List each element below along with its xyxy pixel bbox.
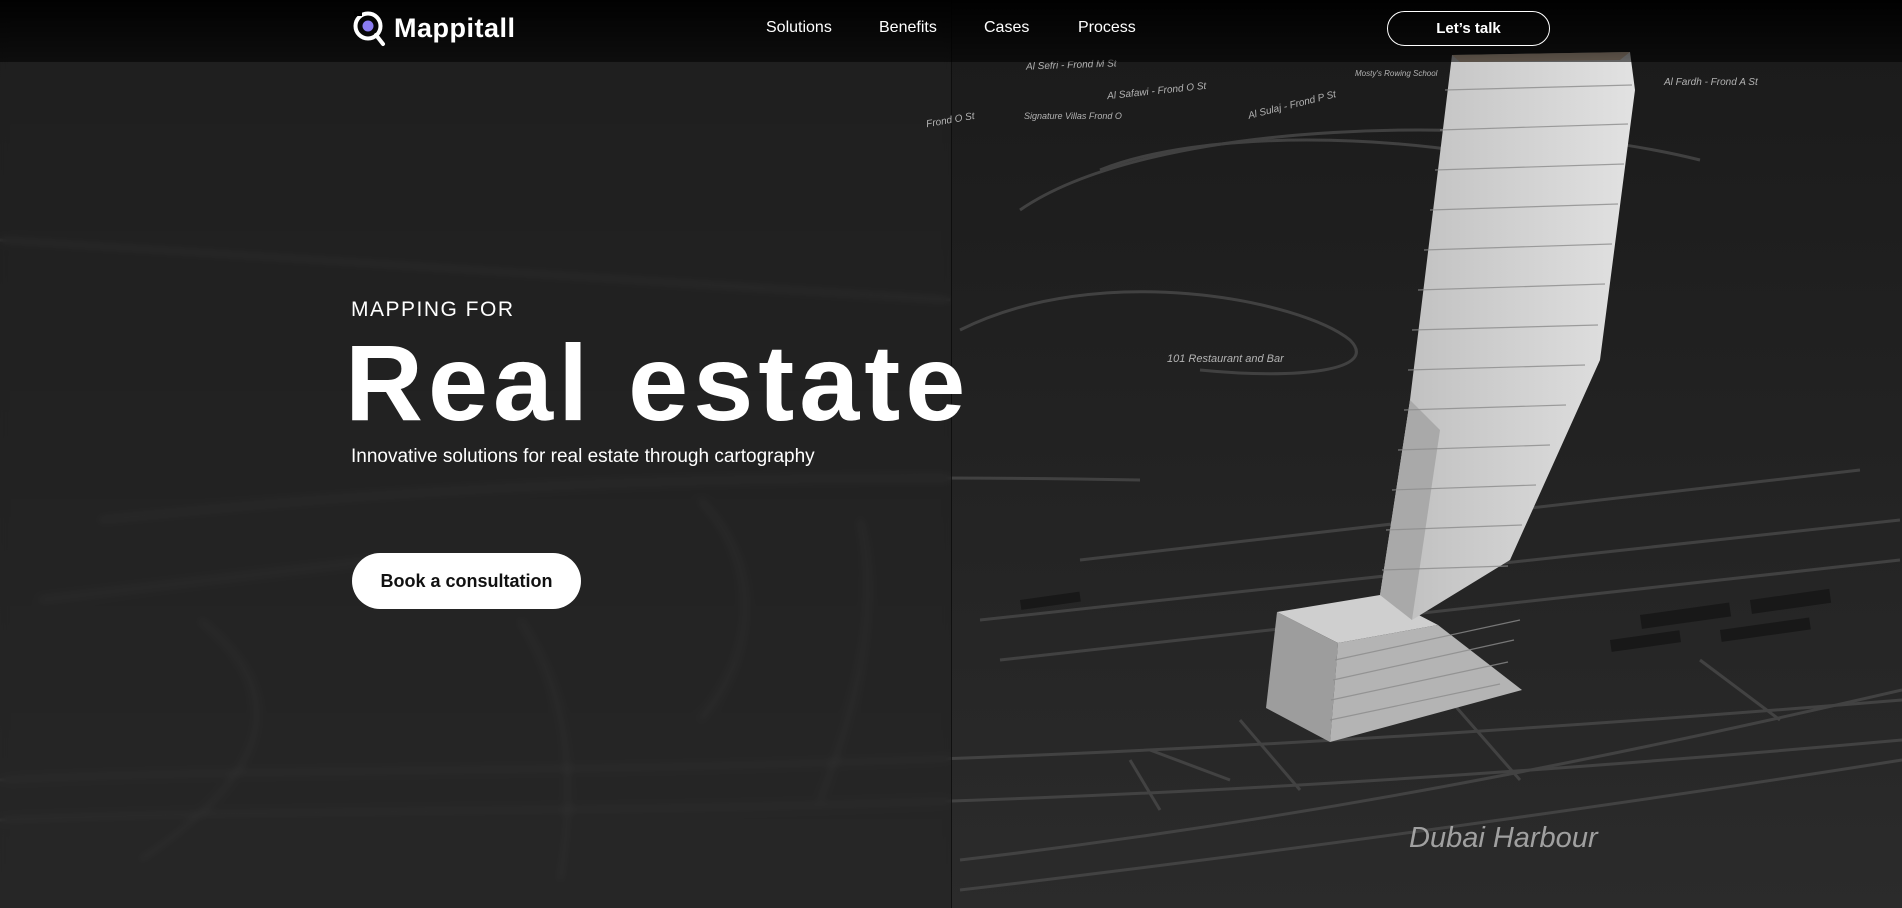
map-pin-search-icon — [351, 9, 387, 47]
nav-item-solutions[interactable]: Solutions — [766, 19, 832, 37]
nav-item-process[interactable]: Process — [1078, 19, 1136, 37]
map-label: Mosty's Rowing School — [1355, 69, 1438, 78]
top-navigation-bar — [0, 0, 1902, 62]
split-divider — [951, 0, 952, 908]
lets-talk-button[interactable]: Let’s talk — [1387, 11, 1550, 46]
hero-stage: Al Sefri - Frond M St Al Safawi - Frond … — [0, 0, 1902, 908]
nav-item-benefits[interactable]: Benefits — [879, 19, 937, 37]
map-area-label: Dubai Harbour — [1409, 822, 1598, 854]
brand-name: Mappitall — [394, 12, 516, 43]
brand-logo[interactable]: Mappitall — [351, 9, 516, 47]
hero-subtitle: Innovative solutions for real estate thr… — [351, 446, 815, 467]
book-consultation-button[interactable]: Book a consultation — [352, 553, 581, 609]
nav-item-cases[interactable]: Cases — [984, 19, 1029, 37]
hero-headline: Real estate — [345, 322, 971, 443]
map-label: Al Fardh - Frond A St — [1664, 77, 1758, 88]
map-label: 101 Restaurant and Bar — [1167, 353, 1284, 365]
map-label: Signature Villas Frond O — [1024, 111, 1122, 121]
